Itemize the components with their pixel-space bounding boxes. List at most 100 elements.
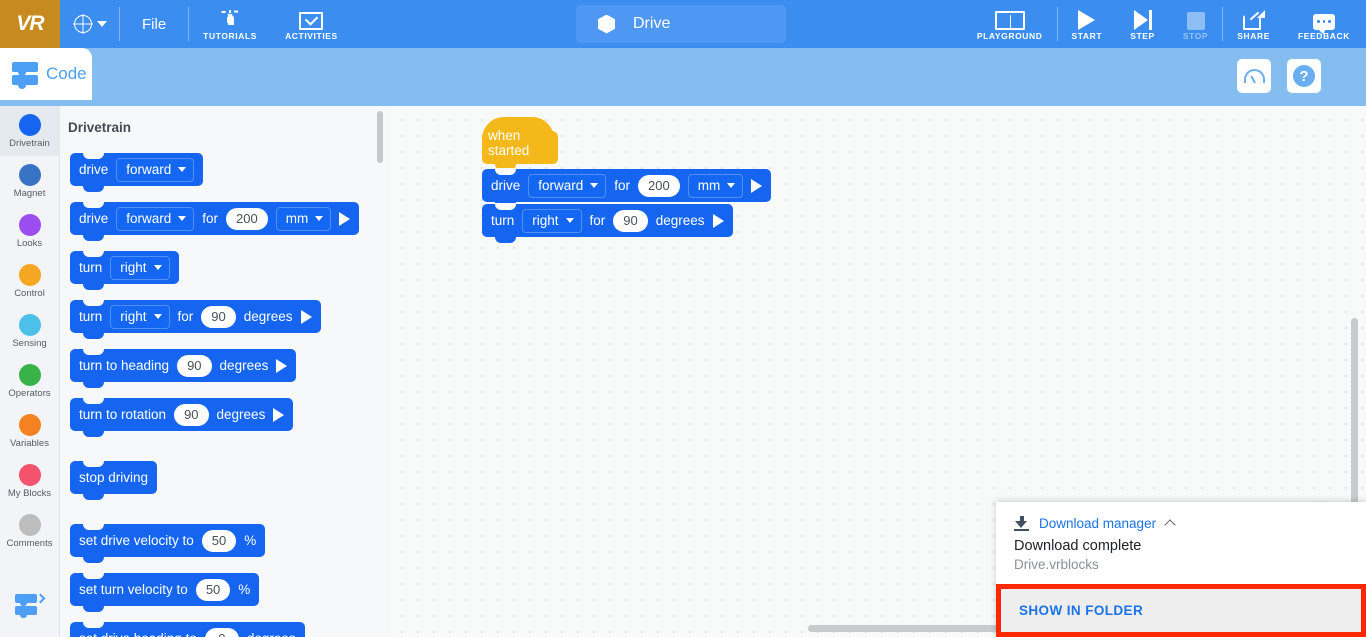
block-number-input[interactable]: 90 (177, 354, 212, 377)
dashboard-button[interactable] (1237, 59, 1271, 93)
playback-toolbar: PLAYGROUND START STEP STOP SHARE FEEDBAC… (963, 0, 1366, 48)
dropdown-value: right (120, 309, 147, 324)
start-button[interactable]: START (1058, 0, 1117, 48)
category-drivetrain[interactable]: Drivetrain (0, 106, 59, 156)
run-block-icon[interactable] (300, 309, 312, 324)
block[interactable]: set turn velocity to 50% (70, 572, 260, 612)
category-operators[interactable]: Operators (0, 356, 59, 406)
block-number-input[interactable]: 50 (195, 578, 231, 601)
block-number-input[interactable]: 90 (613, 209, 648, 232)
block-number-input[interactable]: 90 (174, 403, 209, 426)
block[interactable]: turn right for 90 degrees (70, 299, 321, 339)
run-block-icon[interactable] (273, 407, 285, 422)
category-label: Comments (6, 537, 53, 549)
activities-button[interactable]: ACTIVITIES (271, 0, 352, 48)
block-palette[interactable]: Drivetrain drive forward drive forward for 20… (60, 106, 390, 637)
block[interactable]: set drive velocity to 50% (70, 523, 266, 563)
vex-vr-app: VR File TUTORIALS ACTIVITIES Drive PLAYG… (0, 0, 1366, 637)
block[interactable]: drive forward for 200 mm (482, 168, 772, 208)
chevron-down-icon (590, 183, 599, 188)
block-text: set drive velocity to (79, 533, 194, 548)
help-button[interactable]: ? (1287, 59, 1321, 93)
block-text: % (244, 533, 257, 548)
activities-label: ACTIVITIES (285, 30, 338, 41)
chevron-up-icon[interactable] (1164, 519, 1176, 531)
blocks-icon (12, 62, 38, 89)
block[interactable]: set drive heading to 0 degrees (70, 621, 305, 637)
tutorials-button[interactable]: TUTORIALS (189, 0, 271, 48)
category-my-blocks[interactable]: My Blocks (0, 456, 59, 506)
run-block-icon[interactable] (751, 178, 763, 193)
dropdown-value: right (532, 213, 559, 228)
block-dropdown[interactable]: forward (528, 173, 607, 198)
block[interactable]: turn right for 90 degrees (482, 203, 733, 243)
run-block-icon[interactable] (339, 211, 351, 226)
chevron-down-icon (153, 265, 162, 270)
category-label: Drivetrain (9, 137, 50, 149)
block-number-input[interactable]: 0 (204, 627, 239, 637)
category-label: My Blocks (7, 487, 52, 499)
block-text: degrees (219, 358, 269, 373)
block[interactable]: turn right (70, 250, 179, 290)
block-text: turn to heading (79, 358, 170, 373)
block-number-input[interactable]: 50 (201, 529, 237, 552)
share-button[interactable]: SHARE (1223, 0, 1284, 48)
block[interactable]: stop driving (70, 460, 158, 500)
run-block-icon[interactable] (276, 358, 288, 373)
stop-label: STOP (1182, 30, 1209, 41)
block-number-input[interactable]: 200 (638, 174, 680, 197)
download-manager-header[interactable]: Download manager (996, 502, 1366, 531)
feedback-button[interactable]: FEEDBACK (1284, 0, 1366, 48)
block-text: set turn velocity to (79, 582, 188, 597)
download-manager-popup: Download manager Download complete Drive… (996, 502, 1366, 637)
tutorials-label: TUTORIALS (203, 30, 258, 41)
block[interactable]: drive forward (70, 152, 204, 192)
file-menu[interactable]: File (120, 0, 188, 48)
block-dropdown[interactable]: forward (116, 157, 195, 182)
language-selector[interactable] (60, 0, 119, 48)
make-block-button[interactable] (0, 581, 60, 629)
category-sensing[interactable]: Sensing (0, 306, 59, 356)
playground-button[interactable]: PLAYGROUND (963, 0, 1057, 48)
tab-code[interactable]: Code (0, 48, 92, 100)
block-dropdown[interactable]: forward (116, 206, 195, 231)
category-variables[interactable]: Variables (0, 406, 59, 456)
project-title-chip[interactable]: Drive (576, 5, 786, 43)
step-label: STEP (1130, 30, 1155, 41)
block-dropdown[interactable]: right (110, 255, 170, 280)
start-label: START (1071, 30, 1103, 41)
sub-toolbar: Code ? (0, 48, 1366, 106)
block-text: for (614, 178, 631, 193)
when-started-hat-block[interactable]: when started (482, 117, 558, 170)
chevron-down-icon (153, 314, 162, 319)
share-label: SHARE (1237, 30, 1270, 41)
category-control[interactable]: Control (0, 256, 59, 306)
show-in-folder-button[interactable]: SHOW IN FOLDER (1001, 589, 1361, 632)
category-rail: Drivetrain Magnet Looks Control Sensing Opera… (0, 106, 60, 637)
block-dropdown[interactable]: mm (275, 206, 332, 231)
block-number-input[interactable]: 200 (226, 207, 268, 230)
category-magnet[interactable]: Magnet (0, 156, 59, 206)
block-dropdown[interactable]: mm (687, 173, 744, 198)
download-status: Download complete (1014, 538, 1142, 554)
block[interactable]: drive forward for 200 mm (70, 201, 360, 241)
category-comments[interactable]: Comments (0, 506, 59, 556)
dropdown-value: forward (126, 211, 172, 226)
code-tab-label: Code (46, 64, 87, 83)
palette-scrollbar[interactable] (377, 111, 383, 163)
block-dropdown[interactable]: right (110, 304, 170, 329)
category-looks[interactable]: Looks (0, 206, 59, 256)
feedback-icon (1312, 8, 1335, 34)
block-number-input[interactable]: 90 (201, 305, 236, 328)
stop-button[interactable]: STOP (1169, 0, 1222, 48)
block[interactable]: turn to heading 90 degrees (70, 348, 297, 388)
block[interactable]: turn to rotation 90 degrees (70, 397, 294, 437)
stop-icon (1186, 8, 1205, 30)
block-dropdown[interactable]: right (522, 208, 582, 233)
category-color-dot (18, 113, 41, 136)
workspace-vertical-scrollbar[interactable] (1351, 318, 1358, 512)
step-button[interactable]: STEP (1116, 0, 1169, 48)
page-title: Drive (633, 15, 671, 32)
run-block-icon[interactable] (712, 213, 724, 228)
block-text: degrees (216, 407, 266, 422)
